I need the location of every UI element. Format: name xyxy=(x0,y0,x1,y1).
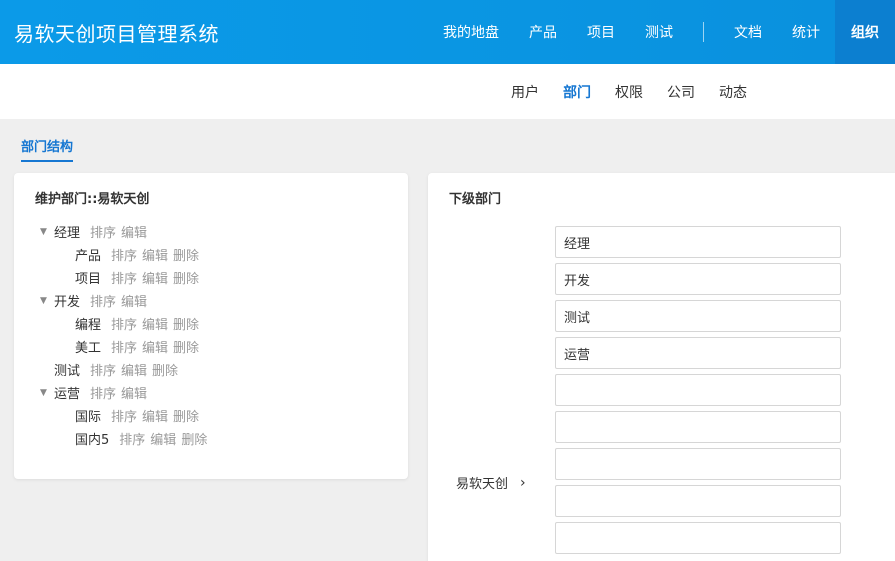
sub-department-inputs xyxy=(555,226,841,559)
caret-down-icon[interactable]: ▼ xyxy=(40,227,54,237)
nav-project[interactable]: 项目 xyxy=(572,0,630,64)
delete-link[interactable]: 删除 xyxy=(152,360,178,379)
delete-link[interactable]: 删除 xyxy=(173,245,199,264)
sub-department-input[interactable] xyxy=(555,448,841,480)
sort-link[interactable]: 排序 xyxy=(119,429,145,448)
delete-link[interactable]: 删除 xyxy=(173,314,199,333)
dept-name: 测试 xyxy=(54,364,81,379)
nav-stats[interactable]: 统计 xyxy=(777,0,835,64)
tree-node: 产品 排序 编辑 删除 xyxy=(75,243,212,266)
panel-title: 下级部门 xyxy=(449,192,502,207)
subnav-company[interactable]: 公司 xyxy=(667,82,695,102)
sort-link[interactable]: 排序 xyxy=(90,360,116,379)
dept-name: 编程 xyxy=(75,318,102,333)
delete-link[interactable]: 删除 xyxy=(173,268,199,287)
tree-children: 产品 排序 编辑 删除 项目 排序 编辑 删除 xyxy=(40,243,212,289)
edit-link[interactable]: 编辑 xyxy=(142,406,168,425)
sort-link[interactable]: 排序 xyxy=(111,406,137,425)
sub-nav-bar: 用户 部门 权限 公司 动态 xyxy=(0,64,895,119)
subnav-departments[interactable]: 部门 xyxy=(563,82,591,102)
subnav-activity[interactable]: 动态 xyxy=(719,82,747,102)
tree-children: 国际 排序 编辑 删除 国内5 排序 编辑 删除 xyxy=(40,404,212,450)
edit-link[interactable]: 编辑 xyxy=(142,337,168,356)
sub-department-panel: 下级部门 易软天创 › xyxy=(428,173,895,561)
nav-test[interactable]: 测试 xyxy=(630,0,688,64)
nav-product[interactable]: 产品 xyxy=(514,0,572,64)
sort-link[interactable]: 排序 xyxy=(90,222,116,241)
nav-my-dashboard[interactable]: 我的地盘 xyxy=(428,0,514,64)
sub-department-input[interactable] xyxy=(555,374,841,406)
sort-link[interactable]: 排序 xyxy=(90,383,116,402)
department-tree: ▼ 经理 排序 编辑 产品 排序 编辑 删除 项目 排序 编辑 删除 ▼ 开发 … xyxy=(40,220,212,450)
dept-name: 开发 xyxy=(54,295,81,310)
tree-node: 国内5 排序 编辑 删除 xyxy=(75,427,212,450)
dept-name: 产品 xyxy=(75,249,102,264)
edit-link[interactable]: 编辑 xyxy=(121,222,147,241)
sub-department-input[interactable] xyxy=(555,411,841,443)
sub-department-input[interactable] xyxy=(555,522,841,554)
main-nav: 我的地盘 产品 项目 测试 文档 统计 组织 xyxy=(428,0,895,64)
nav-docs[interactable]: 文档 xyxy=(719,0,777,64)
sort-link[interactable]: 排序 xyxy=(111,337,137,356)
delete-link[interactable]: 删除 xyxy=(173,406,199,425)
edit-link[interactable]: 编辑 xyxy=(142,268,168,287)
caret-down-icon[interactable]: ▼ xyxy=(40,388,54,398)
edit-link[interactable]: 编辑 xyxy=(142,314,168,333)
sub-department-input[interactable] xyxy=(555,263,841,295)
dept-name: 运营 xyxy=(54,387,81,402)
edit-link[interactable]: 编辑 xyxy=(121,383,147,402)
sort-link[interactable]: 排序 xyxy=(111,268,137,287)
tree-node: ▼ 经理 排序 编辑 xyxy=(40,220,212,243)
dept-name: 国际 xyxy=(75,410,102,425)
panel-title: 维护部门::易软天创 xyxy=(35,192,150,207)
dept-name: 国内5 xyxy=(75,433,110,448)
subnav-permissions[interactable]: 权限 xyxy=(615,82,643,102)
subnav-users[interactable]: 用户 xyxy=(511,82,539,102)
department-tree-panel: 维护部门::易软天创 ▼ 经理 排序 编辑 产品 排序 编辑 删除 项目 排序 … xyxy=(14,173,408,479)
tree-node: 测试 排序 编辑 删除 xyxy=(40,358,212,381)
sub-nav: 用户 部门 权限 公司 动态 xyxy=(511,64,771,119)
tree-node: 编程 排序 编辑 删除 xyxy=(75,312,212,335)
parent-department-name: 易软天创 xyxy=(456,477,509,492)
sub-department-input[interactable] xyxy=(555,226,841,258)
sub-department-input[interactable] xyxy=(555,337,841,369)
top-header: 易软天创项目管理系统 我的地盘 产品 项目 测试 文档 统计 组织 xyxy=(0,0,895,64)
dept-name: 美工 xyxy=(75,341,102,356)
tree-node: ▼ 开发 排序 编辑 xyxy=(40,289,212,312)
sort-link[interactable]: 排序 xyxy=(111,314,137,333)
sub-department-input[interactable] xyxy=(555,485,841,517)
chevron-right-icon: › xyxy=(520,474,526,491)
tree-node: 项目 排序 编辑 删除 xyxy=(75,266,212,289)
edit-link[interactable]: 编辑 xyxy=(150,429,176,448)
dept-name: 项目 xyxy=(75,272,102,287)
sub-department-input[interactable] xyxy=(555,300,841,332)
tab-department-structure[interactable]: 部门结构 xyxy=(21,136,74,162)
tree-node: ▼ 运营 排序 编辑 xyxy=(40,381,212,404)
nav-divider xyxy=(703,22,704,42)
app-title: 易软天创项目管理系统 xyxy=(14,22,219,46)
edit-link[interactable]: 编辑 xyxy=(121,360,147,379)
tree-node: 国际 排序 编辑 删除 xyxy=(75,404,212,427)
parent-department: 易软天创 › xyxy=(456,473,526,493)
delete-link[interactable]: 删除 xyxy=(181,429,207,448)
sort-link[interactable]: 排序 xyxy=(111,245,137,264)
tree-node: 美工 排序 编辑 删除 xyxy=(75,335,212,358)
delete-link[interactable]: 删除 xyxy=(173,337,199,356)
tree-children: 编程 排序 编辑 删除 美工 排序 编辑 删除 xyxy=(40,312,212,358)
caret-down-icon[interactable]: ▼ xyxy=(40,296,54,306)
dept-name: 经理 xyxy=(54,226,81,241)
edit-link[interactable]: 编辑 xyxy=(142,245,168,264)
sort-link[interactable]: 排序 xyxy=(90,291,116,310)
edit-link[interactable]: 编辑 xyxy=(121,291,147,310)
nav-organization[interactable]: 组织 xyxy=(835,0,895,64)
